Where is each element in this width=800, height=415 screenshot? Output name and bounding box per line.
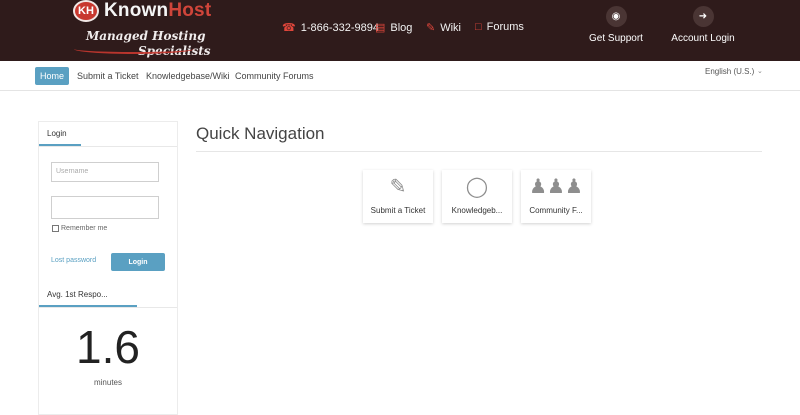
headset-icon: ◉	[605, 6, 627, 27]
logo-host: Host	[168, 0, 212, 21]
login-panel: Login Username Remember me Lost password…	[38, 121, 178, 415]
get-support-link[interactable]: ◉ Get Support	[576, 6, 656, 44]
lost-password-link[interactable]: Lost password	[51, 257, 96, 264]
login-arrow-icon: ➜	[692, 6, 714, 27]
chevron-down-icon[interactable]: ⌄	[757, 67, 763, 75]
title-divider	[196, 151, 762, 152]
login-button[interactable]: Login	[111, 253, 165, 271]
tile-community-forums[interactable]: ♟♟♟ Community F...	[521, 170, 591, 223]
blog-label: Blog	[390, 21, 413, 34]
logo-badge[interactable]: KH	[73, 0, 99, 22]
tile-knowledgebase[interactable]: ◯ Knowledgeb...	[442, 170, 512, 223]
nav-community-forums[interactable]: Community Forums	[230, 67, 319, 85]
username-input[interactable]: Username	[51, 162, 159, 182]
forums-icon: □	[475, 21, 482, 33]
tile-label: Community F...	[529, 206, 583, 215]
forums-link[interactable]: □ Forums	[475, 21, 524, 33]
secondary-nav: Home Submit a Ticket Knowledgebase/Wiki …	[0, 61, 800, 91]
wiki-label: Wiki	[440, 21, 461, 34]
stats-divider	[39, 307, 177, 308]
wiki-edit-icon: ✎	[426, 22, 436, 34]
tile-submit-ticket[interactable]: ✎ Submit a Ticket	[363, 170, 433, 223]
tab-login[interactable]: Login	[39, 122, 81, 146]
phone-icon: ☎	[282, 22, 296, 34]
wiki-link[interactable]: ✎ Wiki	[426, 21, 461, 35]
nav-submit-ticket[interactable]: Submit a Ticket	[72, 67, 144, 85]
logo-text[interactable]: KnownHost	[104, 0, 211, 22]
remember-me-label[interactable]: Remember me	[61, 225, 107, 232]
phone-number: 1-866-332-9894	[300, 21, 379, 34]
tab-avg-first-response[interactable]: Avg. 1st Respo...	[39, 285, 137, 307]
avg-response-value: 1.6	[76, 321, 140, 373]
blog-link[interactable]: ▤ Blog	[375, 21, 413, 35]
avg-response-unit: minutes	[93, 378, 122, 387]
remember-me-row: Remember me	[52, 225, 107, 232]
phone-link[interactable]: ☎ 1-866-332-9894	[282, 21, 379, 35]
community-icon: ♟♟♟	[529, 176, 583, 198]
logo-swoosh	[74, 44, 194, 54]
logo-known: Known	[104, 0, 169, 21]
password-input[interactable]	[51, 196, 159, 219]
nav-home[interactable]: Home	[35, 67, 70, 85]
site-header: KH KnownHost Managed Hosting Specialists…	[0, 0, 800, 61]
blog-icon: ▤	[375, 22, 386, 34]
language-selector[interactable]: English (U.S.)	[705, 67, 754, 76]
tagline-line1: Managed Hosting	[86, 29, 206, 43]
tab-divider	[39, 146, 177, 147]
account-login-link[interactable]: ➜ Account Login	[663, 6, 743, 44]
tile-label: Submit a Ticket	[370, 206, 426, 215]
tile-label: Knowledgeb...	[451, 206, 503, 215]
page-title: Quick Navigation	[196, 124, 325, 143]
account-login-label: Account Login	[671, 33, 735, 44]
get-support-label: Get Support	[589, 33, 643, 44]
forums-label: Forums	[486, 21, 524, 33]
nav-knowledgebase[interactable]: Knowledgebase/Wiki	[141, 67, 235, 85]
remember-me-checkbox[interactable]	[52, 225, 59, 232]
lightbulb-icon: ◯	[465, 176, 489, 198]
edit-icon: ✎	[389, 176, 407, 198]
